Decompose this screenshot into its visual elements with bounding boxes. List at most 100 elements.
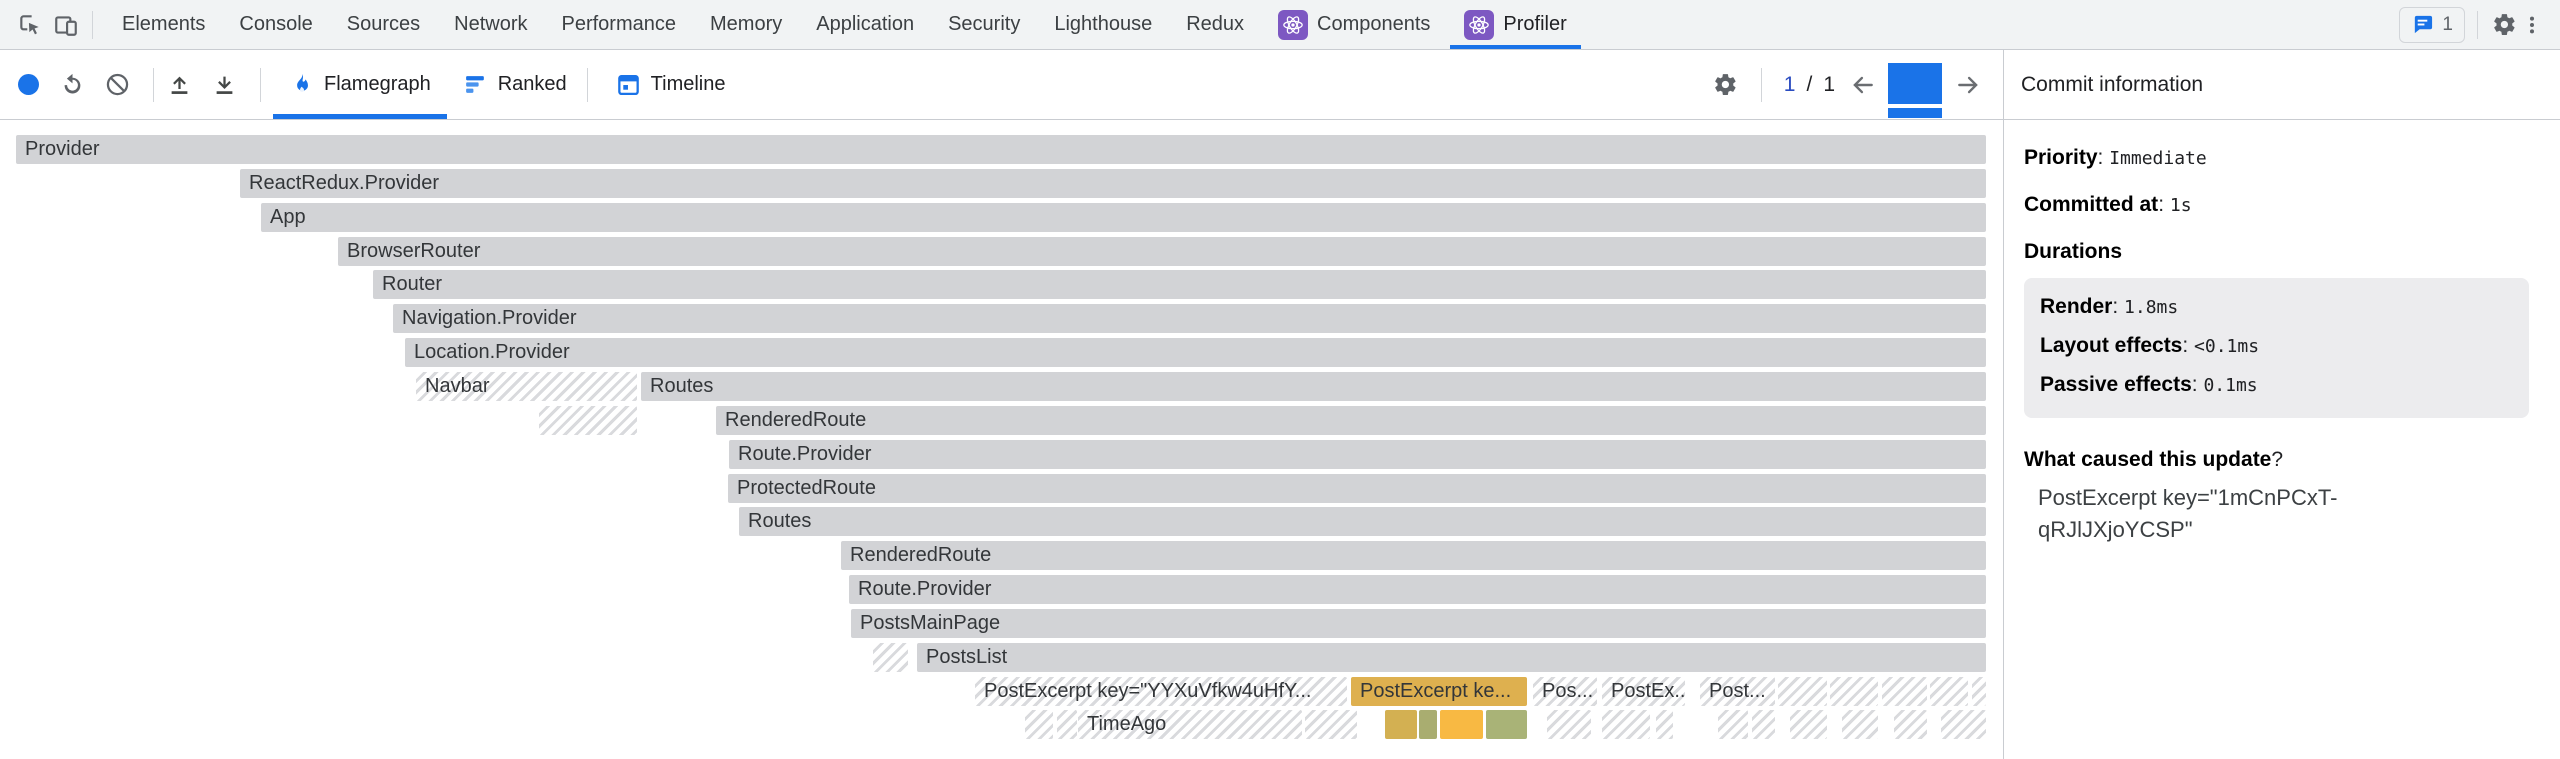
issues-button[interactable]: 1 <box>2399 7 2465 43</box>
settings-gear-icon[interactable] <box>2490 11 2518 39</box>
passive-effects-row: Passive effects: 0.1ms <box>2040 373 2513 397</box>
tab-application[interactable]: Application <box>799 0 931 49</box>
flame-bar[interactable] <box>1419 710 1437 739</box>
clear-profiles-icon[interactable] <box>104 71 131 98</box>
durations-box: Render: 1.8ms Layout effects: <0.1ms Pas… <box>2024 278 2529 418</box>
flame-bar[interactable] <box>1718 710 1748 739</box>
tab-network[interactable]: Network <box>437 0 544 49</box>
profiler-main: Flamegraph Ranked Timeline <box>0 50 2560 759</box>
commit-info-body: Priority: Immediate Committed at: 1s Dur… <box>2004 120 2560 546</box>
flame-bar[interactable] <box>1778 677 1827 706</box>
flame-bar[interactable] <box>1894 710 1927 739</box>
prev-commit-arrow-icon[interactable] <box>1849 71 1876 98</box>
toolbar-divider <box>153 68 154 102</box>
commit-total: 1 <box>1823 73 1835 97</box>
flame-bar[interactable] <box>1790 710 1827 739</box>
tab-elements[interactable]: Elements <box>105 0 222 49</box>
flame-bar[interactable] <box>1830 677 1878 706</box>
flame-bar-protectedroute[interactable]: ProtectedRoute <box>728 474 1986 503</box>
flame-bar[interactable] <box>1602 710 1650 739</box>
flame-bar-renderedroute[interactable]: RenderedRoute <box>841 541 1986 570</box>
tab-performance[interactable]: Performance <box>545 0 694 49</box>
tab-label: Network <box>454 13 527 36</box>
flame-bar-postexcerpt-key-yyxuvfkw4uhf[interactable]: PostExcerpt key="YYXuVfkw4uHfY... <box>975 677 1347 706</box>
commit-info-title: Commit information <box>2004 50 2560 120</box>
tab-lighthouse[interactable]: Lighthouse <box>1037 0 1169 49</box>
tab-redux[interactable]: Redux <box>1169 0 1261 49</box>
flame-bar-navbar[interactable]: Navbar <box>416 372 637 401</box>
flame-bar[interactable] <box>1305 710 1357 739</box>
flame-bar-navigation-provider[interactable]: Navigation.Provider <box>393 304 1986 333</box>
kebab-menu-icon[interactable] <box>2518 11 2546 39</box>
flame-bar[interactable] <box>1440 710 1483 739</box>
flame-bar[interactable] <box>1025 710 1053 739</box>
flame-bar-route-provider[interactable]: Route.Provider <box>729 440 1986 469</box>
flame-bar[interactable] <box>1547 710 1591 739</box>
flame-bar[interactable] <box>1930 677 1968 706</box>
commit-selector-bar[interactable] <box>1888 50 1942 119</box>
tab-label: Profiler <box>1503 13 1566 36</box>
flame-bar-pos[interactable]: Pos... <box>1533 677 1597 706</box>
flame-bar[interactable] <box>1941 710 1986 739</box>
flame-bar-browserrouter[interactable]: BrowserRouter <box>338 237 1986 266</box>
tab-components[interactable]: Components <box>1261 0 1447 49</box>
flame-bar-app[interactable]: App <box>261 203 1986 232</box>
flame-bar-postex[interactable]: PostEx... <box>1602 677 1685 706</box>
inspect-element-icon[interactable] <box>16 11 44 39</box>
commit-index-input[interactable]: 1 <box>1784 73 1796 97</box>
pager-separator: / <box>1806 73 1812 97</box>
commit-bar-selected <box>1888 63 1942 104</box>
tab-flamegraph[interactable]: Flamegraph <box>273 50 447 119</box>
tab-profiler[interactable]: Profiler <box>1447 0 1583 49</box>
flame-bar[interactable] <box>1057 710 1077 739</box>
tab-sources[interactable]: Sources <box>330 0 437 49</box>
flame-bar-router[interactable]: Router <box>373 270 1986 299</box>
flame-bar-postexcerpt-ke[interactable]: PostExcerpt ke... <box>1351 677 1527 706</box>
reload-and-profile-icon[interactable] <box>59 71 86 98</box>
tab-timeline[interactable]: Timeline <box>600 50 742 119</box>
export-profile-icon[interactable] <box>211 71 238 98</box>
flame-bar-routes[interactable]: Routes <box>739 507 1986 536</box>
import-profile-icon[interactable] <box>166 71 193 98</box>
flame-bar[interactable] <box>1656 710 1673 739</box>
tab-ranked[interactable]: Ranked <box>447 50 583 119</box>
device-toolbar-icon[interactable] <box>52 11 80 39</box>
tab-memory[interactable]: Memory <box>693 0 799 49</box>
flame-bar-reactredux-provider[interactable]: ReactRedux.Provider <box>240 169 1986 198</box>
tab-label: Elements <box>122 13 205 36</box>
flame-bar[interactable] <box>1752 710 1775 739</box>
durations-label: Durations <box>2024 240 2122 263</box>
render-label: Render <box>2040 295 2112 318</box>
profiler-settings-gear-icon[interactable] <box>1712 71 1739 98</box>
tab-security[interactable]: Security <box>931 0 1037 49</box>
flame-bar[interactable] <box>539 406 637 435</box>
record-button[interactable] <box>18 74 39 95</box>
what-caused-qmark: ? <box>2271 448 2283 471</box>
flame-bar-timeago[interactable]: TimeAgo <box>1078 710 1302 739</box>
flame-bar-routes[interactable]: Routes <box>641 372 1986 401</box>
flame-bar[interactable] <box>1842 710 1878 739</box>
layout-effects-label: Layout effects <box>2040 334 2182 357</box>
react-logo-icon <box>1278 10 1308 40</box>
flame-bar-location-provider[interactable]: Location.Provider <box>405 338 1986 367</box>
flame-bar-renderedroute[interactable]: RenderedRoute <box>716 406 1986 435</box>
tab-label: Components <box>1317 13 1430 36</box>
tab-console[interactable]: Console <box>222 0 329 49</box>
flame-bar[interactable] <box>873 643 908 672</box>
render-value: 1.8ms <box>2124 297 2178 318</box>
flame-bar-postsmainpage[interactable]: PostsMainPage <box>851 609 1986 638</box>
flame-bar-post[interactable]: Post... <box>1700 677 1775 706</box>
render-duration-row: Render: 1.8ms <box>2040 295 2513 319</box>
flame-bar-route-provider[interactable]: Route.Provider <box>849 575 1986 604</box>
tab-label: Security <box>948 13 1020 36</box>
flame-bar[interactable] <box>1882 677 1927 706</box>
flame-bar[interactable] <box>1972 677 1986 706</box>
flame-bar-postslist[interactable]: PostsList <box>917 643 1986 672</box>
flame-bar-provider[interactable]: Provider <box>16 135 1986 164</box>
flamegraph-column: Flamegraph Ranked Timeline <box>0 50 2004 759</box>
next-commit-arrow-icon[interactable] <box>1954 71 1981 98</box>
flame-bar[interactable] <box>1486 710 1527 739</box>
tab-label: Sources <box>347 13 420 36</box>
cause-component-link[interactable]: PostExcerpt key="1mCnPCxT-qRJlJXjoYCSP" <box>2038 482 2338 546</box>
flame-bar[interactable] <box>1385 710 1417 739</box>
